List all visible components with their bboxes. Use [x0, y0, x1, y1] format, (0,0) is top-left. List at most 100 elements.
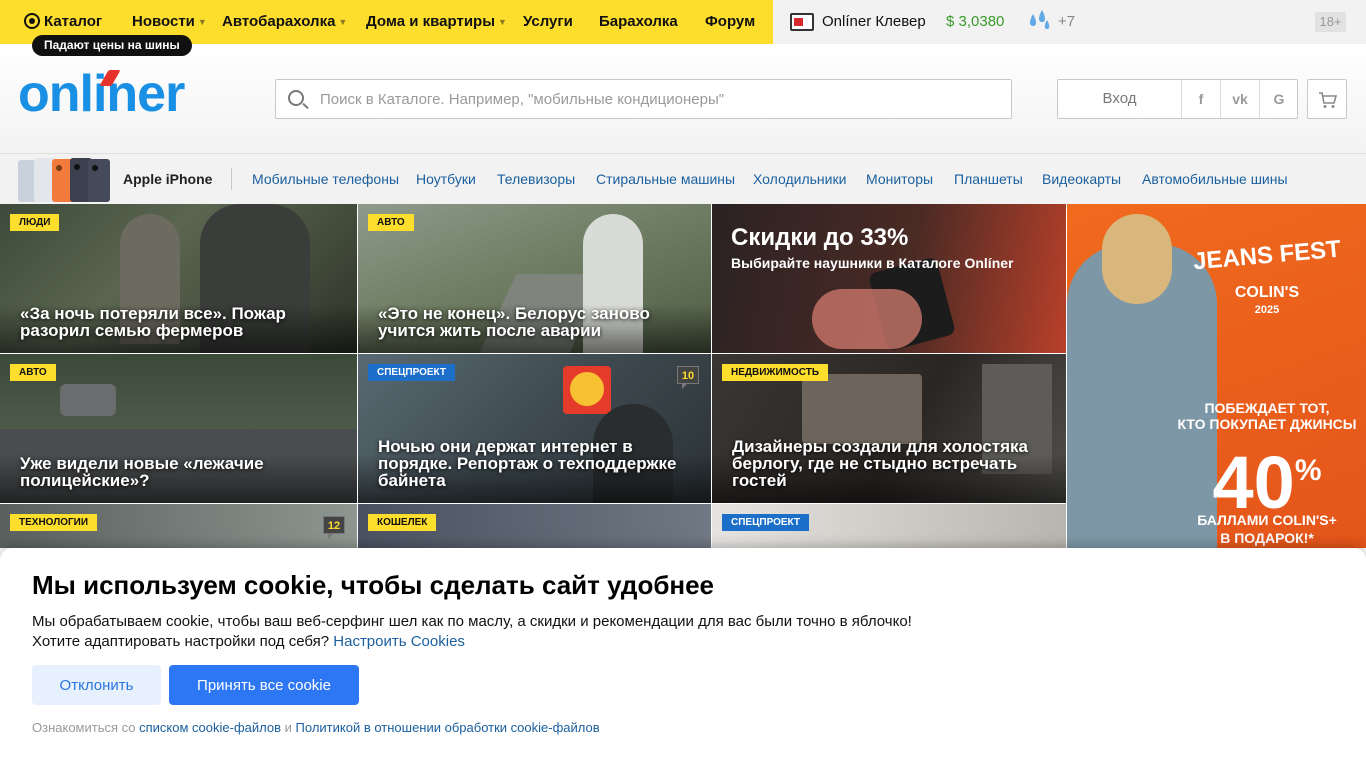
tile-tag[interactable]: авто	[368, 214, 414, 231]
cookie-list-link[interactable]: списком cookie-файлов	[139, 720, 281, 735]
catalog-link-fridges[interactable]: Холодильники	[753, 154, 846, 204]
tile-title[interactable]: Ночью они держат интернет в порядке. Реп…	[378, 438, 698, 489]
news-tile[interactable]: спецпроект 10 Ночью они держат интернет …	[358, 354, 711, 503]
nav-realty[interactable]: Дома и квартиры ▼	[366, 0, 507, 44]
tile-tag[interactable]: кошелек	[368, 514, 437, 531]
promo-tooltip[interactable]: Падают цены на шины	[32, 35, 192, 56]
model-hair	[1102, 214, 1172, 304]
comment-count[interactable]: 10	[677, 366, 699, 389]
nav-realty-label: Дома и квартиры	[366, 13, 496, 30]
ad-line2: КТО ПОКУПАЕТ ДЖИНСЫ	[1177, 416, 1357, 432]
emoji-image	[570, 372, 604, 406]
onliner-logo[interactable]: onliner	[18, 64, 185, 124]
tile-title[interactable]: Уже видели новые «лежачие полицейские»?	[20, 455, 340, 489]
search-box[interactable]	[275, 79, 1012, 119]
ad-line1: ПОБЕЖДАЕТ ТОТ,	[1204, 400, 1330, 416]
search-icon	[288, 90, 304, 106]
nav-services-label: Услуги	[523, 13, 573, 30]
ad-line3: БАЛЛАМИ COLIN'S+	[1197, 512, 1337, 528]
tile-title[interactable]: «Это не конец». Белорус заново учится жи…	[378, 305, 698, 339]
nav-forum-label: Форум	[705, 13, 756, 30]
ad-year: 2025	[1254, 304, 1280, 316]
catalog-icon	[24, 13, 40, 29]
catalog-link-phones[interactable]: Мобильные телефоны	[252, 154, 399, 204]
tile-title[interactable]: «За ночь потеряли все». Пожар разорил се…	[20, 305, 340, 339]
news-tile[interactable]: недвижимость Дизайнеры создали для холос…	[712, 354, 1066, 503]
cookie-text-question: Хотите адаптировать настройки под себя?	[32, 633, 330, 650]
catalog-link-tv[interactable]: Телевизоры	[497, 154, 575, 204]
tile-tag[interactable]: технологии	[10, 514, 98, 531]
tile-tag[interactable]: люди	[10, 214, 60, 231]
site-header: onliner Вход f vk G	[0, 44, 1366, 154]
news-tile[interactable]: спецпроект	[712, 504, 1066, 548]
nav-auto-label: Автобарахолка	[222, 13, 336, 30]
accept-all-cookies-button[interactable]: Принять все cookie	[169, 665, 359, 705]
clever-card-icon[interactable]	[790, 13, 814, 31]
catalog-link-tires[interactable]: Автомобильные шины	[1142, 154, 1288, 204]
nav-auto[interactable]: Автобарахолка ▼	[222, 0, 347, 44]
decline-cookies-button[interactable]: Отклонить	[32, 665, 161, 705]
featured-apple-iphone[interactable]: Apple iPhone	[123, 154, 212, 204]
search-input[interactable]	[320, 80, 1000, 118]
cookie-foot-and: и	[284, 720, 292, 735]
weather-temperature[interactable]: +7	[1058, 0, 1075, 44]
iphone-thumbnail[interactable]	[18, 156, 110, 202]
news-tile[interactable]: авто Уже видели новые «лежачие полицейск…	[0, 354, 357, 503]
catalog-strip: Apple iPhone Мобильные телефоны Ноутбуки…	[0, 154, 1366, 204]
bedroom-image	[802, 374, 922, 444]
nav-news-label: Новости	[132, 13, 195, 30]
rain-icon[interactable]	[1026, 8, 1054, 34]
vk-icon[interactable]: vk	[1220, 80, 1259, 118]
promo-headline[interactable]: Скидки до 33%	[731, 224, 908, 252]
news-tile[interactable]: люди «За ночь потеряли все». Пожар разор…	[0, 204, 357, 353]
ad-percent: 40%	[1167, 436, 1366, 520]
news-tile[interactable]: авто «Это не конец». Белорус заново учит…	[358, 204, 711, 353]
nav-services[interactable]: Услуги	[523, 0, 573, 44]
cart-icon	[1319, 92, 1338, 108]
cookie-text: Мы обрабатываем cookie, чтобы ваш веб-се…	[32, 613, 912, 630]
tile-tag[interactable]: авто	[10, 364, 56, 381]
auth-panel: Вход f vk G	[1057, 79, 1298, 119]
nav-baraholka[interactable]: Барахолка	[599, 0, 678, 44]
strip-divider	[231, 168, 232, 190]
chevron-down-icon: ▼	[338, 17, 348, 27]
currency-rate[interactable]: $ 3,0380	[946, 0, 1004, 44]
hand-image	[812, 289, 922, 349]
top-navigation: Каталог Новости ▼ Автобарахолка ▼ Дома и к…	[0, 0, 1366, 44]
tile-tag[interactable]: недвижимость	[722, 364, 829, 381]
tile-tag[interactable]: спецпроект	[722, 514, 810, 531]
google-icon[interactable]: G	[1259, 80, 1298, 118]
catalog-link-laptops[interactable]: Ноутбуки	[416, 154, 476, 204]
cookie-title: Мы используем cookie, чтобы сделать сайт…	[32, 570, 715, 600]
age-badge: 18+	[1315, 12, 1346, 32]
cookie-policy-link[interactable]: Политикой в отношении обработки cookie-ф…	[296, 720, 600, 735]
catalog-link-monitors[interactable]: Мониторы	[866, 154, 933, 204]
ad-sub: COLIN'S	[1234, 284, 1300, 301]
nav-baraholka-label: Барахолка	[599, 13, 678, 30]
ad-percent-sign: %	[1294, 454, 1322, 487]
chevron-down-icon: ▼	[197, 17, 207, 27]
promo-tile[interactable]: Скидки до 33% Выбирайте наушники в Катал…	[712, 204, 1066, 353]
news-tile[interactable]: кошелек	[358, 504, 711, 548]
clever-link[interactable]: Onlíner Клевер	[822, 0, 926, 44]
catalog-link-gpus[interactable]: Видеокарты	[1042, 154, 1121, 204]
comment-count[interactable]: 12	[323, 516, 345, 539]
cart-button[interactable]	[1307, 79, 1347, 119]
cookie-foot-prefix: Ознакомиться со	[32, 720, 136, 735]
cookie-banner: Мы используем cookie, чтобы сделать сайт…	[0, 548, 1366, 768]
catalog-link-washers[interactable]: Стиральные машины	[596, 154, 735, 204]
nav-catalog-label: Каталог	[44, 13, 103, 30]
tile-tag[interactable]: спецпроект	[368, 364, 456, 381]
cookie-settings-link[interactable]: Настроить Cookies	[333, 633, 465, 650]
cookie-text-settings: Хотите адаптировать настройки под себя? …	[32, 632, 465, 652]
login-button[interactable]: Вход	[1058, 80, 1181, 118]
ad-line4: В ПОДАРОК!*	[1220, 530, 1314, 546]
ad-brand: JEANS FEST	[1192, 235, 1342, 276]
facebook-icon[interactable]: f	[1181, 80, 1220, 118]
nav-forum[interactable]: Форум	[705, 0, 755, 44]
tile-title[interactable]: Дизайнеры создали для холостяка берлогу,…	[732, 438, 1052, 489]
promo-subtitle[interactable]: Выбирайте наушники в Каталоге Onlíner	[731, 255, 1013, 271]
colins-ad-banner[interactable]: JEANS FEST COLIN'S 2025 ПОБЕЖДАЕТ ТОТ, К…	[1067, 204, 1366, 548]
news-tile[interactable]: технологии 12	[0, 504, 357, 548]
catalog-link-tablets[interactable]: Планшеты	[954, 154, 1023, 204]
